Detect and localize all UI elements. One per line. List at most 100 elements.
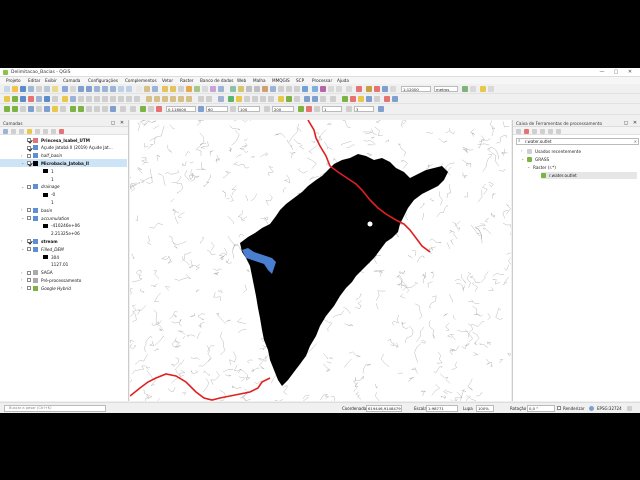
scp-s-icon[interactable]: [384, 96, 390, 102]
menu-editar[interactable]: Editar: [28, 78, 40, 83]
zoom-out-icon[interactable]: [86, 86, 92, 92]
collapse-arrow-icon[interactable]: ⌄: [527, 164, 530, 169]
identify-features-icon[interactable]: [162, 86, 168, 92]
plugin-q-icon[interactable]: [390, 86, 396, 92]
unit-combo[interactable]: metros: [434, 86, 458, 92]
plugin-e-icon[interactable]: [278, 86, 284, 92]
new-project-icon[interactable]: [4, 86, 10, 92]
zoom-full-icon[interactable]: [94, 86, 100, 92]
scp-t-icon[interactable]: [392, 96, 398, 102]
attribute-table-icon[interactable]: [178, 86, 184, 92]
expand-arrow-icon[interactable]: ›: [21, 277, 23, 282]
map-tips-icon[interactable]: [210, 86, 216, 92]
label-tool-a-icon[interactable]: [146, 96, 152, 102]
undo-icon[interactable]: [126, 96, 132, 102]
vertex-tool-icon[interactable]: [86, 96, 92, 102]
magnifier-field[interactable]: 100%: [476, 405, 494, 412]
add-feature-icon[interactable]: [78, 96, 84, 102]
refresh-icon[interactable]: [152, 86, 158, 92]
zoom-layer-icon[interactable]: [102, 86, 108, 92]
scp-r-icon[interactable]: [374, 96, 380, 102]
pan-icon[interactable]: [62, 86, 68, 92]
scp-range-icon[interactable]: [230, 106, 236, 112]
scp-dist-icon[interactable]: [198, 106, 204, 112]
layer-row[interactable]: › stream: [0, 237, 127, 245]
crs-label[interactable]: EPSG:32724: [597, 406, 622, 411]
models-icon[interactable]: [516, 129, 521, 134]
scp-preview-b-icon[interactable]: [346, 106, 352, 112]
scp-a-icon[interactable]: [228, 96, 234, 102]
scp-n-icon[interactable]: [342, 96, 348, 102]
layer-row[interactable]: › SAGA: [0, 269, 127, 277]
layer-row[interactable]: 2.21325e+06: [0, 230, 127, 238]
layer-visibility-checkbox[interactable]: [27, 208, 31, 213]
clear-search-icon[interactable]: ✕: [634, 139, 637, 144]
statistics-icon[interactable]: [194, 86, 200, 92]
processing-toolbox-icon[interactable]: [230, 86, 236, 92]
scp-j-icon[interactable]: [304, 96, 310, 102]
scp-value-a-field[interactable]: 0,116000: [166, 106, 196, 112]
paste-features-icon[interactable]: [118, 96, 124, 102]
scp-band-e-icon[interactable]: [36, 106, 42, 112]
plugin-c-icon[interactable]: [262, 86, 268, 92]
menu-banco-de-dados[interactable]: Banco de dados: [200, 78, 233, 83]
visibility-icon[interactable]: [19, 129, 24, 134]
scp-roi-c-icon[interactable]: [86, 106, 92, 112]
copy-features-icon[interactable]: [110, 96, 116, 102]
plugin-o-icon[interactable]: [374, 86, 380, 92]
layer-visibility-checkbox[interactable]: [27, 161, 31, 166]
scp-m-icon[interactable]: [330, 96, 336, 102]
scp-value-c-field[interactable]: 100: [238, 106, 260, 112]
label-tool-c-icon[interactable]: [162, 96, 168, 102]
menu-raster[interactable]: Raster: [180, 78, 194, 83]
delete-selected-icon[interactable]: [94, 96, 100, 102]
layer-row[interactable]: -0: [0, 191, 127, 199]
layer-row[interactable]: 1: [0, 175, 127, 183]
measure-icon[interactable]: [202, 86, 208, 92]
plugin-j-icon[interactable]: [328, 86, 334, 92]
print-layout-icon[interactable]: [36, 86, 42, 92]
scp-e-icon[interactable]: [260, 96, 266, 102]
plugin-u-icon[interactable]: [488, 86, 494, 92]
layer-style-icon[interactable]: [3, 129, 8, 134]
layer-visibility-checkbox[interactable]: [27, 184, 31, 189]
advanced-digitize-b-icon[interactable]: [206, 96, 212, 102]
coordinate-field[interactable]: 619446,9148479: [366, 405, 402, 412]
scp-f-icon[interactable]: [268, 96, 274, 102]
scp-roi-k-icon[interactable]: [156, 106, 162, 112]
scp-classify-icon[interactable]: [298, 106, 304, 112]
scp-roi-g-icon[interactable]: [120, 106, 126, 112]
scp-stop-icon[interactable]: [306, 106, 312, 112]
results-viewer-icon[interactable]: [532, 129, 537, 134]
layer-visibility-checkbox[interactable]: [27, 239, 31, 244]
layer-visibility-checkbox[interactable]: [27, 278, 31, 283]
scp-k-icon[interactable]: [312, 96, 318, 102]
close-panel-icon[interactable]: ✕: [119, 120, 125, 127]
scp-d-icon[interactable]: [252, 96, 258, 102]
scp-roi-icon[interactable]: [70, 106, 76, 112]
expand-all-icon[interactable]: [43, 129, 48, 134]
add-group-icon[interactable]: [11, 129, 16, 134]
scp-g-icon[interactable]: [278, 96, 284, 102]
label-tool-f-icon[interactable]: [186, 96, 192, 102]
locator-search-input[interactable]: Buscar a pesar (Ctrl+K): [4, 405, 106, 412]
layer-row[interactable]: Princesa_Isabel_UTM: [0, 136, 127, 144]
plugin-s-icon[interactable]: [470, 86, 476, 92]
scp-value-b-field[interactable]: 60: [206, 106, 228, 112]
tree-r-water-outlet[interactable]: r.water.outlet: [541, 172, 637, 179]
plugin-k-icon[interactable]: [336, 86, 342, 92]
layer-row[interactable]: › Google Hybrid: [0, 284, 127, 292]
menu-scp[interactable]: SCP: [296, 78, 304, 83]
menu-camada[interactable]: Camada: [63, 78, 80, 83]
options-icon[interactable]: [556, 129, 561, 134]
close-button[interactable]: ✕: [626, 69, 634, 76]
render-checkbox[interactable]: [557, 406, 561, 410]
open-project-icon[interactable]: [12, 86, 18, 92]
zoom-next-icon[interactable]: [126, 86, 132, 92]
scp-i-icon[interactable]: [294, 96, 300, 102]
cut-features-icon[interactable]: [102, 96, 108, 102]
digitize-icon[interactable]: [4, 96, 10, 102]
save-as-icon[interactable]: [28, 86, 34, 92]
pan-to-selection-icon[interactable]: [70, 86, 76, 92]
python-console-icon[interactable]: [238, 86, 244, 92]
